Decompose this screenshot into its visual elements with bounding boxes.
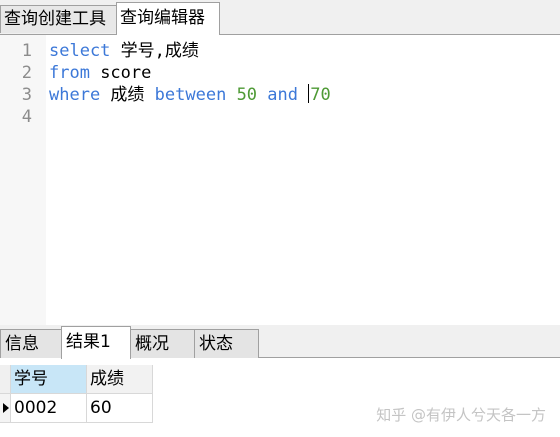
line-number-gutter: 1 2 3 4 <box>0 35 46 325</box>
tab-status[interactable]: 状态 <box>194 329 259 358</box>
keyword-between: between <box>154 85 227 105</box>
number-literal: 70 <box>310 85 331 105</box>
tab-query-builder[interactable]: 查询创建工具 <box>0 5 117 33</box>
current-row-arrow-icon <box>3 403 9 413</box>
keyword-select: select <box>49 41 111 61</box>
line-number: 1 <box>21 41 32 61</box>
column-header-score[interactable]: 成绩 <box>87 365 153 394</box>
tab-overview[interactable]: 概况 <box>130 329 195 358</box>
number-literal: 50 <box>226 85 258 105</box>
column-header-student-id[interactable]: 学号 <box>11 365 87 394</box>
sql-editor[interactable]: 1 2 3 4 select 学号,成绩 from score where 成绩… <box>0 35 560 325</box>
code-line-2: from score <box>49 62 151 84</box>
watermark: 知乎 @有伊人兮天各一方 <box>376 406 546 424</box>
tab-query-editor[interactable]: 查询编辑器 <box>116 2 220 35</box>
row-indicator[interactable] <box>0 394 11 423</box>
code-text: 学号,成绩 <box>110 41 199 61</box>
line-number: 4 <box>21 107 32 127</box>
line-number: 3 <box>21 85 32 105</box>
code-text: score <box>89 63 152 83</box>
cell-student-id[interactable]: 0002 <box>11 394 87 423</box>
code-line-3: where 成绩 between 50 and 70 <box>49 84 331 106</box>
keyword-from: from <box>49 63 90 83</box>
result-tab-bar: 信息 结果1 概况 状态 <box>0 325 560 359</box>
line-number: 2 <box>21 63 32 83</box>
code-text: 成绩 <box>100 85 155 105</box>
tab-info[interactable]: 信息 <box>0 329 62 358</box>
cell-score[interactable]: 60 <box>87 394 153 423</box>
header-corner <box>0 365 11 394</box>
keyword-where: where <box>49 85 101 105</box>
keyword-and: and <box>257 85 309 105</box>
tab-result-1[interactable]: 结果1 <box>61 326 131 359</box>
code-line-1: select 学号,成绩 <box>49 40 199 62</box>
query-tab-bar: 查询创建工具 查询编辑器 <box>0 0 560 35</box>
